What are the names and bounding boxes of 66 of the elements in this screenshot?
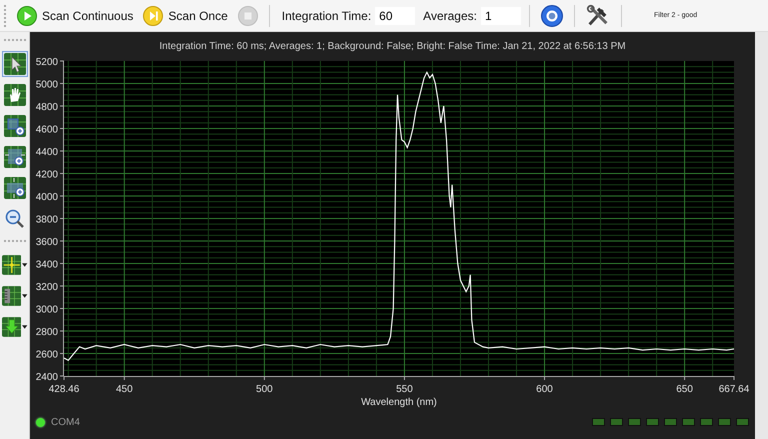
zoom-out-icon xyxy=(4,208,26,230)
zoom-box-icon xyxy=(4,115,26,137)
indicator-light xyxy=(592,418,605,426)
indicator-light xyxy=(700,418,713,426)
axis-tick-label: 4600 xyxy=(36,124,58,136)
caret-icon xyxy=(22,263,28,267)
crosshair-icon xyxy=(2,254,22,276)
indicator-light xyxy=(718,418,731,426)
axis-tick-label: 4200 xyxy=(36,170,58,180)
zoom-y-icon xyxy=(4,177,26,199)
port-label: COM4 xyxy=(51,416,80,428)
axis-tick-label: 5200 xyxy=(36,57,58,68)
axis-tick-label: 3200 xyxy=(36,282,58,293)
axis-tick-label: 3600 xyxy=(36,237,58,248)
caret-icon xyxy=(22,325,28,329)
axis-tick-label: 3800 xyxy=(36,214,58,226)
tool-button[interactable] xyxy=(2,82,28,108)
step-icon xyxy=(143,6,164,26)
scan-once-button[interactable]: Scan Once xyxy=(140,4,231,28)
zoom-x-icon xyxy=(4,146,26,168)
axis-tick-label: 3400 xyxy=(36,260,58,270)
chart-title: Integration Time: 60 ms; Averages: 1; Background: False; Bright: False Time: Jan 21, 2022 at 6:56:13 PM xyxy=(158,40,627,54)
axis-tick-label: 5000 xyxy=(36,80,58,90)
indicator-light xyxy=(628,418,641,426)
input-field[interactable]: 1 xyxy=(480,6,521,24)
axis-tick-label: 2800 xyxy=(36,327,58,338)
indicator-light xyxy=(682,418,695,426)
axis-tick-label: 600 xyxy=(536,384,553,395)
scrollbar[interactable] xyxy=(755,32,768,439)
axis-tick-label: 428.46 xyxy=(48,384,80,395)
tool-button[interactable] xyxy=(2,51,28,77)
ring-icon xyxy=(540,4,563,26)
indicator-light xyxy=(646,418,659,426)
axis-tick-label: 4800 xyxy=(36,102,58,113)
axis-tick-label: 2400 xyxy=(36,372,58,383)
hand-icon xyxy=(4,84,26,106)
axis-tick-label: 667.64 xyxy=(718,384,750,395)
axis-tick-label: 3000 xyxy=(36,304,58,316)
tool-button[interactable] xyxy=(2,175,28,201)
stop-icon xyxy=(238,6,258,26)
tool-button[interactable] xyxy=(0,252,30,278)
field-label: Integration Time: xyxy=(282,8,372,22)
ruler-icon xyxy=(2,285,22,307)
tool-button[interactable] xyxy=(2,113,28,139)
caret-icon xyxy=(22,294,28,298)
play-icon xyxy=(17,6,37,26)
axis-tick-label: 500 xyxy=(256,384,273,395)
tools-icon xyxy=(586,4,610,28)
axis-tick-label: 450 xyxy=(116,384,133,395)
axis-tick-label: 4400 xyxy=(36,147,58,158)
pointer-icon xyxy=(4,53,26,75)
tool-button[interactable] xyxy=(0,314,30,340)
axis-tick-label: 4000 xyxy=(36,192,58,203)
field-label: Averages: xyxy=(423,8,477,22)
axis-tick-label: 650 xyxy=(676,384,693,395)
tool-button[interactable] xyxy=(0,283,30,309)
axis-title: Wavelength (nm) xyxy=(361,397,437,408)
indicator-light xyxy=(736,418,749,426)
indicator-light xyxy=(664,418,677,426)
axis-tick-label: 550 xyxy=(396,384,413,395)
indicator-light xyxy=(610,418,623,426)
tool-button[interactable] xyxy=(2,144,28,170)
axis-tick-label: 2600 xyxy=(36,350,58,360)
scan-continuous-button[interactable]: Scan Continuous xyxy=(14,4,136,28)
input-field[interactable]: 60 xyxy=(375,6,416,24)
download-icon xyxy=(2,316,22,338)
